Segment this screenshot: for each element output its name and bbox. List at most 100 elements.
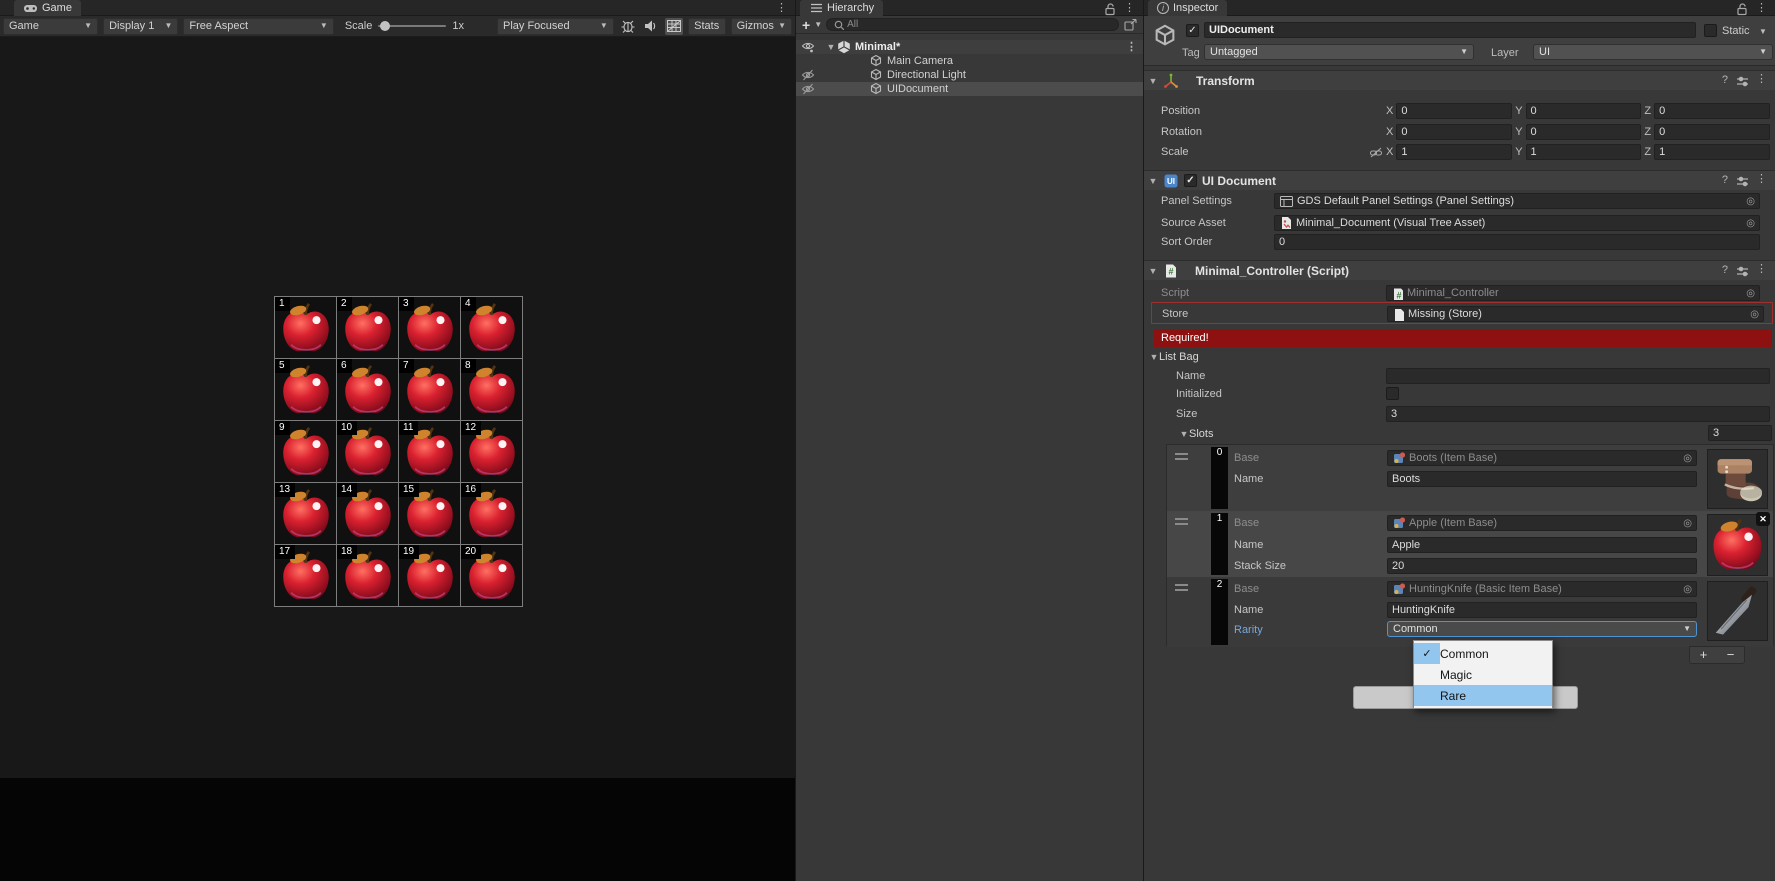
sort-order-field[interactable]: 0 [1274,234,1760,250]
slot-1-name-field[interactable]: Apple [1387,537,1697,553]
script-picker-icon[interactable]: ◎ [1746,288,1755,299]
slot-0-name-field[interactable]: Boots [1387,471,1697,487]
controller-presets-icon[interactable] [1735,264,1749,278]
uidocument-help-icon[interactable]: ? [1722,174,1728,188]
hidden-eye-icon[interactable] [801,82,815,96]
controller-header[interactable]: ▼ Minimal_Controller (Script) ? ⋮ [1144,260,1775,280]
script-field[interactable]: Minimal_Controller ◎ [1386,285,1760,301]
inspector-menu-icon[interactable]: ⋮ [1756,3,1767,14]
mute-audio-button[interactable] [642,18,660,35]
tab-inspector[interactable]: i Inspector [1148,0,1228,16]
inventory-slot[interactable]: 12 [461,421,522,482]
transform-header[interactable]: ▼ Transform ? ⋮ [1144,70,1775,90]
inventory-slot[interactable]: 19 [399,545,460,606]
inventory-slot[interactable]: 13 [275,483,336,544]
scale-slider[interactable] [378,21,447,31]
slot-1-stack-field[interactable]: 20 [1387,558,1697,574]
rarity-option-rare[interactable]: Rare [1414,685,1552,706]
uidocument-menu-icon[interactable]: ⋮ [1756,173,1767,188]
inventory-slot[interactable]: 8 [461,359,522,420]
bag-name-field[interactable] [1386,368,1770,384]
transform-foldout[interactable]: ▼ [1148,76,1158,86]
gizmos-dropdown[interactable]: Gizmos ▼ [730,17,793,35]
controller-foldout[interactable]: ▼ [1148,266,1158,276]
game-view-mode-dropdown[interactable]: Game ▼ [3,17,99,35]
scale-x-field[interactable]: 1 [1396,144,1513,160]
tag-dropdown[interactable]: Untagged ▼ [1204,44,1474,60]
play-focused-dropdown[interactable]: Play Focused ▼ [497,17,614,35]
gameobject-enabled-checkbox[interactable]: ✓ [1186,24,1199,37]
inventory-slot[interactable]: 9 [275,421,336,482]
vsync-grid-button[interactable] [664,17,683,35]
hierarchy-search[interactable]: All [826,18,1119,31]
hierarchy-item-uidocument[interactable]: UIDocument [796,82,1143,96]
slot-2-preview-knife[interactable] [1707,581,1768,641]
inventory-slot[interactable]: 15 [399,483,460,544]
uidocument-presets-icon[interactable] [1735,174,1749,188]
position-x-field[interactable]: 0 [1396,103,1513,119]
inventory-slot[interactable]: 10 [337,421,398,482]
panel-settings-picker-icon[interactable]: ◎ [1746,196,1755,207]
rotation-z-field[interactable]: 0 [1654,124,1770,140]
slot-2-drag-handle[interactable] [1175,584,1188,591]
create-button[interactable]: + [802,18,810,32]
hierarchy-item-directional-light[interactable]: Directional Light [796,68,1143,82]
remove-slot-button[interactable]: − [1717,647,1744,663]
inventory-slot[interactable]: 4 [461,297,522,358]
list-bag-foldout-row[interactable]: ▼ List Bag [1144,349,1775,365]
slots-count-field[interactable]: 3 [1708,425,1772,441]
inventory-slot[interactable]: 16 [461,483,522,544]
inventory-slot[interactable]: 6 [337,359,398,420]
add-slot-button[interactable]: + [1690,647,1717,663]
inspector-lock-icon[interactable] [1735,2,1749,16]
panel-settings-field[interactable]: GDS Default Panel Settings (Panel Settin… [1274,193,1760,209]
scale-z-field[interactable]: 1 [1654,144,1770,160]
rarity-option-magic[interactable]: Magic [1414,664,1552,685]
create-dropdown-arrow[interactable]: ▼ [814,20,822,29]
slot-0-drag-handle[interactable] [1175,453,1188,460]
transform-menu-icon[interactable]: ⋮ [1756,73,1767,88]
store-picker-icon[interactable]: ◎ [1750,309,1759,320]
lock-icon[interactable] [1103,2,1117,16]
slot-2-name-field[interactable]: HuntingKnife [1387,602,1697,618]
layer-dropdown[interactable]: UI ▼ [1533,44,1773,60]
help-icon[interactable]: ? [1722,74,1728,88]
source-asset-field[interactable]: Minimal_Document (Visual Tree Asset) ◎ [1274,215,1760,231]
picker-window-icon[interactable] [1123,18,1137,31]
hierarchy-menu-icon[interactable]: ⋮ [1124,3,1135,14]
tab-game[interactable]: Game [14,0,81,16]
slot-0-base-picker-icon[interactable]: ◎ [1683,453,1692,464]
slot-2-rarity-dropdown[interactable]: Common ▼ [1387,621,1697,637]
stats-button[interactable]: Stats [687,17,726,35]
scene-foldout[interactable]: ▼ [826,42,836,52]
position-y-field[interactable]: 0 [1525,103,1642,119]
store-field[interactable]: Missing (Store) ◎ [1387,306,1764,322]
gameobject-cube-icon[interactable] [1152,23,1178,49]
slot-1-drag-handle[interactable] [1175,518,1188,525]
slot-0-base-field[interactable]: Boots (Item Base) ◎ [1387,450,1697,466]
slot-2-base-picker-icon[interactable]: ◎ [1683,584,1692,595]
inventory-slot[interactable]: 5 [275,359,336,420]
controller-menu-icon[interactable]: ⋮ [1756,263,1767,278]
inventory-slot[interactable]: 7 [399,359,460,420]
link-icon[interactable] [1369,145,1383,159]
tab-hierarchy[interactable]: Hierarchy [800,0,884,16]
size-field[interactable]: 3 [1386,406,1770,422]
slot-1-preview-apple[interactable]: ✕ [1707,512,1770,576]
scene-visibility-icon[interactable] [801,40,815,54]
inventory-slot[interactable]: 3 [399,297,460,358]
rarity-option-common[interactable]: ✓ Common [1414,643,1552,664]
source-asset-picker-icon[interactable]: ◎ [1746,218,1755,229]
slot-0-preview-boots[interactable] [1707,449,1768,509]
controller-help-icon[interactable]: ? [1722,264,1728,278]
slot-2-base-field[interactable]: HuntingKnife (Basic Item Base) ◎ [1387,581,1697,597]
initialized-checkbox[interactable] [1386,387,1399,400]
inventory-slot[interactable]: 17 [275,545,336,606]
static-checkbox[interactable] [1704,24,1717,37]
presets-icon[interactable] [1735,74,1749,88]
scale-slider-knob[interactable] [380,21,391,31]
game-panel-menu-icon[interactable]: ⋮ [776,3,787,14]
inventory-slot[interactable]: 1 [275,297,336,358]
aspect-ratio-dropdown[interactable]: Free Aspect ▼ [183,17,334,35]
rotation-y-field[interactable]: 0 [1525,124,1642,140]
